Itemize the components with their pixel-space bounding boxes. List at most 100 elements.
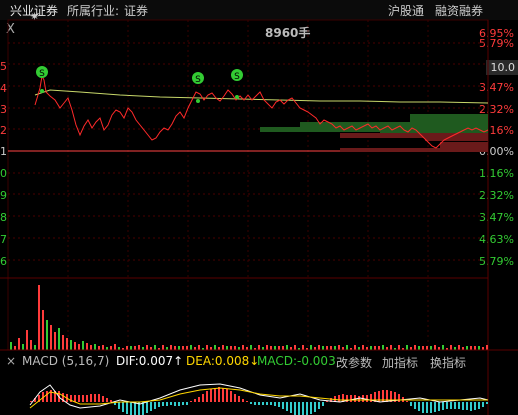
macd-bar: [350, 395, 352, 402]
macd-bar: [426, 402, 428, 413]
macd-bar: [282, 402, 284, 409]
macd-bar: [194, 399, 196, 402]
volume-bar: [230, 346, 232, 350]
macd-bar: [78, 395, 80, 402]
macd-bar: [178, 402, 180, 406]
macd-bar: [414, 402, 416, 409]
volume-bar: [58, 328, 60, 350]
add-indicator-button[interactable]: 加指标: [382, 354, 418, 371]
macd-bar: [358, 396, 360, 402]
macd-bar: [90, 394, 92, 402]
volume-bar: [102, 345, 104, 350]
macd-bar: [274, 402, 276, 406]
macd-bar: [294, 402, 296, 415]
volume-bar: [390, 345, 392, 350]
macd-bar: [398, 394, 400, 402]
volume-bar: [14, 346, 16, 350]
order-bar: [410, 114, 488, 128]
volume-bar: [346, 345, 348, 350]
volume-bar: [450, 345, 452, 350]
volume-bar: [46, 320, 48, 350]
macd-header: × MACD (5,16,7) DIF:0.007↑ DEA:0.008↓ MA…: [0, 352, 518, 370]
macd-bar: [94, 394, 96, 402]
macd-bar: [266, 402, 268, 405]
volume-bar: [418, 346, 420, 350]
volume-bar: [478, 346, 480, 350]
macd-bar: [162, 402, 164, 406]
macd-bar: [146, 402, 148, 413]
volume-bar: [86, 343, 88, 350]
volume-bar: [426, 346, 428, 350]
volume-bar: [326, 346, 328, 350]
macd-bar: [278, 402, 280, 407]
macd-bar: [290, 402, 292, 413]
volume-bar: [98, 346, 100, 350]
macd-dea: DEA:0.008↓: [186, 354, 260, 368]
macd-bar: [210, 389, 212, 402]
macd-bar: [250, 402, 252, 404]
volume-bar: [354, 345, 356, 350]
volume-bar: [170, 345, 172, 350]
macd-name[interactable]: MACD (5,16,7): [22, 354, 109, 368]
macd-bar: [74, 395, 76, 402]
svg-text:S: S: [234, 72, 240, 82]
volume-bar: [190, 345, 192, 350]
macd-value: MACD:-0.003: [257, 354, 336, 368]
svg-text:S: S: [195, 75, 201, 85]
macd-bar: [286, 402, 288, 411]
macd-bar: [262, 402, 264, 405]
macd-bar: [478, 402, 480, 409]
macd-bar: [442, 402, 444, 410]
volume-bar: [26, 330, 28, 350]
avg-price-line: [34, 89, 489, 104]
macd-bar: [102, 396, 104, 402]
switch-indicator-button[interactable]: 换指标: [430, 354, 466, 371]
macd-bar: [170, 402, 172, 405]
macd-bar: [466, 402, 468, 410]
macd-bar: [322, 402, 324, 406]
volume-bar: [266, 345, 268, 350]
volume-bar: [206, 345, 208, 350]
signal-marker[interactable]: S: [36, 66, 48, 93]
volume-bar: [302, 345, 304, 350]
macd-bar: [366, 395, 368, 402]
macd-bar: [202, 394, 204, 402]
volume-bar: [318, 345, 320, 350]
macd-bar: [270, 402, 272, 405]
macd-bar: [198, 397, 200, 402]
volume-bar: [18, 338, 20, 350]
volume-bar: [182, 346, 184, 350]
macd-bar: [246, 401, 248, 402]
volume-bar: [434, 345, 436, 350]
volume-bar: [294, 345, 296, 350]
macd-bar: [182, 402, 184, 405]
macd-bar: [106, 398, 108, 402]
macd-bar: [142, 402, 144, 415]
volume-bar: [74, 342, 76, 350]
volume-bar: [406, 345, 408, 350]
macd-bar: [258, 402, 260, 405]
volume-bar: [10, 342, 12, 350]
volume-bar: [398, 345, 400, 350]
macd-bar: [318, 402, 320, 409]
macd-bar: [98, 394, 100, 402]
macd-bar: [130, 402, 132, 415]
star-icon: ✷: [30, 10, 39, 23]
close-icon[interactable]: ×: [6, 354, 16, 368]
volume-bar: [34, 345, 36, 350]
volume-bar: [362, 345, 364, 350]
macd-bar: [462, 402, 464, 410]
change-param-button[interactable]: 改参数: [336, 354, 372, 371]
volume-bar: [282, 346, 284, 350]
macd-bar: [306, 402, 308, 415]
macd-bar: [422, 402, 424, 413]
order-bar: [440, 142, 488, 148]
volume-bar: [90, 345, 92, 350]
macd-bar: [190, 401, 192, 402]
volume-bar: [66, 338, 68, 350]
volume-bar: [286, 345, 288, 350]
volume-bar: [222, 345, 224, 350]
volume-bar: [162, 345, 164, 350]
macd-bar: [410, 402, 412, 406]
volume-bar: [370, 346, 372, 350]
